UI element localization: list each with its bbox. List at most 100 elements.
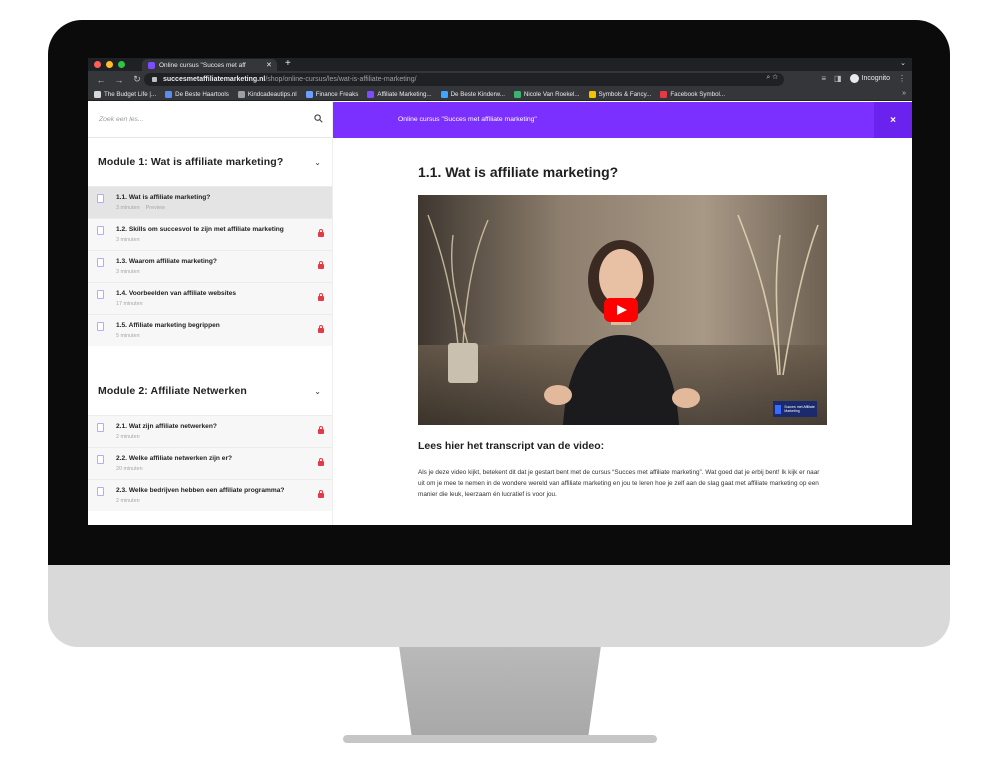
tab-close-icon[interactable]: ✕ <box>266 61 272 69</box>
lesson-item[interactable]: 2.2. Welke affiliate netwerken zijn er? 2… <box>88 447 332 479</box>
browser-tab[interactable]: Online cursus "Succes met aff ✕ <box>142 59 277 71</box>
window-maximize-dot[interactable] <box>118 61 125 68</box>
bookmark-favicon-icon <box>305 90 313 98</box>
module-header[interactable]: Module 2: Affiliate Netwerken ⌄ <box>88 367 332 415</box>
lesson-search[interactable]: Zoek een les... <box>88 102 332 138</box>
lock-icon <box>318 490 324 498</box>
bookmark-favicon-icon <box>94 90 101 98</box>
bookmark-item[interactable]: Kindcadeautips.nl <box>237 90 297 98</box>
url-path: /shop/online-cursus/les/wat-is-affiliate… <box>265 76 417 83</box>
lesson-duration: 3 minuten <box>116 237 140 243</box>
lesson-item-title: 1.4. Voorbeelden van affiliate websites <box>116 290 237 297</box>
lesson-item-meta: 3 minuten <box>116 237 332 243</box>
bookmark-item[interactable]: De Beste Kinderw... <box>440 90 505 98</box>
chevron-down-icon[interactable]: ⌄ <box>314 387 321 396</box>
incognito-icon <box>849 74 859 83</box>
document-icon <box>97 258 104 267</box>
lesson-duration: 2 minuten <box>116 434 140 440</box>
course-page: Zoek een les... Module 1: Wat is affilia… <box>88 102 912 525</box>
preview-badge: Preview <box>145 205 165 211</box>
more-bookmarks-icon[interactable]: » <box>902 90 906 97</box>
document-icon <box>97 290 104 299</box>
bookmark-item[interactable]: Affiliate Marketing... <box>367 90 432 98</box>
window-close-dot[interactable] <box>94 61 101 68</box>
menu-icon[interactable]: ⋮ <box>898 74 906 83</box>
bookmarks-bar: The Budget Life |... De Beste Haartools Ki… <box>88 88 912 101</box>
lock-icon <box>318 426 324 434</box>
new-tab-icon[interactable]: + <box>285 58 291 70</box>
close-course-button[interactable]: × <box>874 102 912 138</box>
lesson-item[interactable]: 1.2. Skills om succesvol te zijn met aff… <box>88 218 332 250</box>
window-minimize-dot[interactable] <box>106 61 113 68</box>
lock-icon[interactable] <box>152 77 157 82</box>
monitor-foot <box>343 735 657 743</box>
lesson-item[interactable]: 2.1. Wat zijn affiliate netwerken? 2 minu… <box>88 415 332 447</box>
toolbar-actions: ≡ ◨ Incognito ⋮ <box>821 74 906 83</box>
lock-icon <box>318 261 324 269</box>
side-panel-icon[interactable]: ◨ <box>834 74 842 83</box>
search-icon[interactable] <box>314 114 323 123</box>
reload-icon[interactable]: ↻ <box>132 74 142 85</box>
lesson-item[interactable]: 1.5. Affiliate marketing begrippen 5 minu… <box>88 314 332 346</box>
tab-title: Online cursus "Succes met aff <box>159 61 246 69</box>
url-host: succesmetaffiliatemarketing.nl <box>163 76 266 83</box>
lesson-duration: 5 minuten <box>116 333 140 339</box>
document-icon <box>97 487 104 496</box>
zoom-and-star-icons[interactable]: ⌕ ☆ <box>766 74 778 82</box>
lesson-duration: 17 minuten <box>116 301 143 307</box>
lesson-item-title: 1.1. Wat is affiliate marketing? <box>116 194 211 201</box>
incognito-label: Incognito <box>861 75 890 82</box>
bookmark-label: Facebook Symbol... <box>670 90 726 98</box>
chevron-down-icon[interactable]: ⌄ <box>314 158 321 167</box>
search-input[interactable]: Zoek een les... <box>99 116 144 123</box>
lesson-item[interactable]: 1.4. Voorbeelden van affiliate websites 1… <box>88 282 332 314</box>
tab-search-icon[interactable]: ⌄ <box>900 59 906 67</box>
module-title: Module 2: Affiliate Netwerken <box>98 385 247 397</box>
module-header[interactable]: Module 1: Wat is affiliate marketing? ⌄ <box>88 138 332 186</box>
lesson-item[interactable]: 1.1. Wat is affiliate marketing? 3 minute… <box>88 186 332 218</box>
incognito-indicator[interactable]: Incognito <box>849 74 890 83</box>
document-icon <box>97 423 104 432</box>
module-section: Module 2: Affiliate Netwerken ⌄ 2.1. Wat z… <box>88 367 332 511</box>
bookmark-label: Affiliate Marketing... <box>377 90 432 98</box>
bookmark-label: The Budget Life |... <box>104 90 157 98</box>
bookmark-item[interactable]: Nicole Van Roekel... <box>513 90 580 98</box>
module-section: Module 1: Wat is affiliate marketing? ⌄ 1.… <box>88 138 332 346</box>
lesson-title: 1.1. Wat is affiliate marketing? <box>418 164 619 180</box>
bookmark-item[interactable]: Facebook Symbol... <box>660 90 726 98</box>
lesson-item[interactable]: 1.3. Waarom affiliate marketing? 3 minute… <box>88 250 332 282</box>
bookmark-favicon-icon <box>513 90 521 98</box>
document-icon <box>97 455 104 464</box>
lesson-item-meta: 3 minuten <box>116 269 332 275</box>
logo-icon <box>775 404 782 414</box>
lesson-item-title: 2.2. Welke affiliate netwerken zijn er? <box>116 455 233 462</box>
address-bar[interactable]: succesmetaffiliatemarketing.nl /shop/onl… <box>144 73 784 86</box>
lesson-duration: 2 minuten <box>116 498 140 504</box>
lesson-item[interactable]: 2.3. Welke bedrijven hebben een affiliat… <box>88 479 332 511</box>
lesson-item-title: 2.1. Wat zijn affiliate netwerken? <box>116 423 217 430</box>
bookmark-label: De Beste Kinderw... <box>450 90 505 98</box>
reading-list-icon[interactable]: ≡ <box>821 74 826 83</box>
bookmark-label: Kindcadeautips.nl <box>247 90 297 98</box>
bookmark-favicon-icon <box>165 90 173 98</box>
bookmark-favicon-icon <box>660 90 668 98</box>
lesson-item-meta: 5 minuten <box>116 333 332 339</box>
lesson-item-title: 2.3. Welke bedrijven hebben een affiliat… <box>116 487 285 494</box>
lesson-item-title: 1.5. Affiliate marketing begrippen <box>116 322 220 329</box>
bookmark-item[interactable]: Symbols & Fancy... <box>588 90 652 98</box>
bookmark-item[interactable]: Finance Freaks <box>305 90 358 98</box>
bookmark-label: Symbols & Fancy... <box>598 90 652 98</box>
module-title: Module 1: Wat is affiliate marketing? <box>98 156 284 168</box>
tab-favicon-icon <box>148 61 155 69</box>
bookmark-item[interactable]: De Beste Haartools <box>165 90 229 98</box>
transcript-text: Als je deze video kijkt, betekent dit da… <box>418 469 820 498</box>
back-icon[interactable]: ← <box>96 75 106 85</box>
monitor-chin <box>48 565 950 647</box>
bookmark-item[interactable]: The Budget Life |... <box>94 90 157 98</box>
document-icon <box>97 322 104 331</box>
play-icon[interactable] <box>604 298 638 322</box>
video-player[interactable]: Succes met Affiliate Marketing <box>418 195 827 425</box>
lesson-item-title: 1.3. Waarom affiliate marketing? <box>116 258 217 265</box>
lesson-content: 1.1. Wat is affiliate marketing? Succes … <box>333 138 912 525</box>
forward-icon[interactable]: → <box>114 75 124 85</box>
